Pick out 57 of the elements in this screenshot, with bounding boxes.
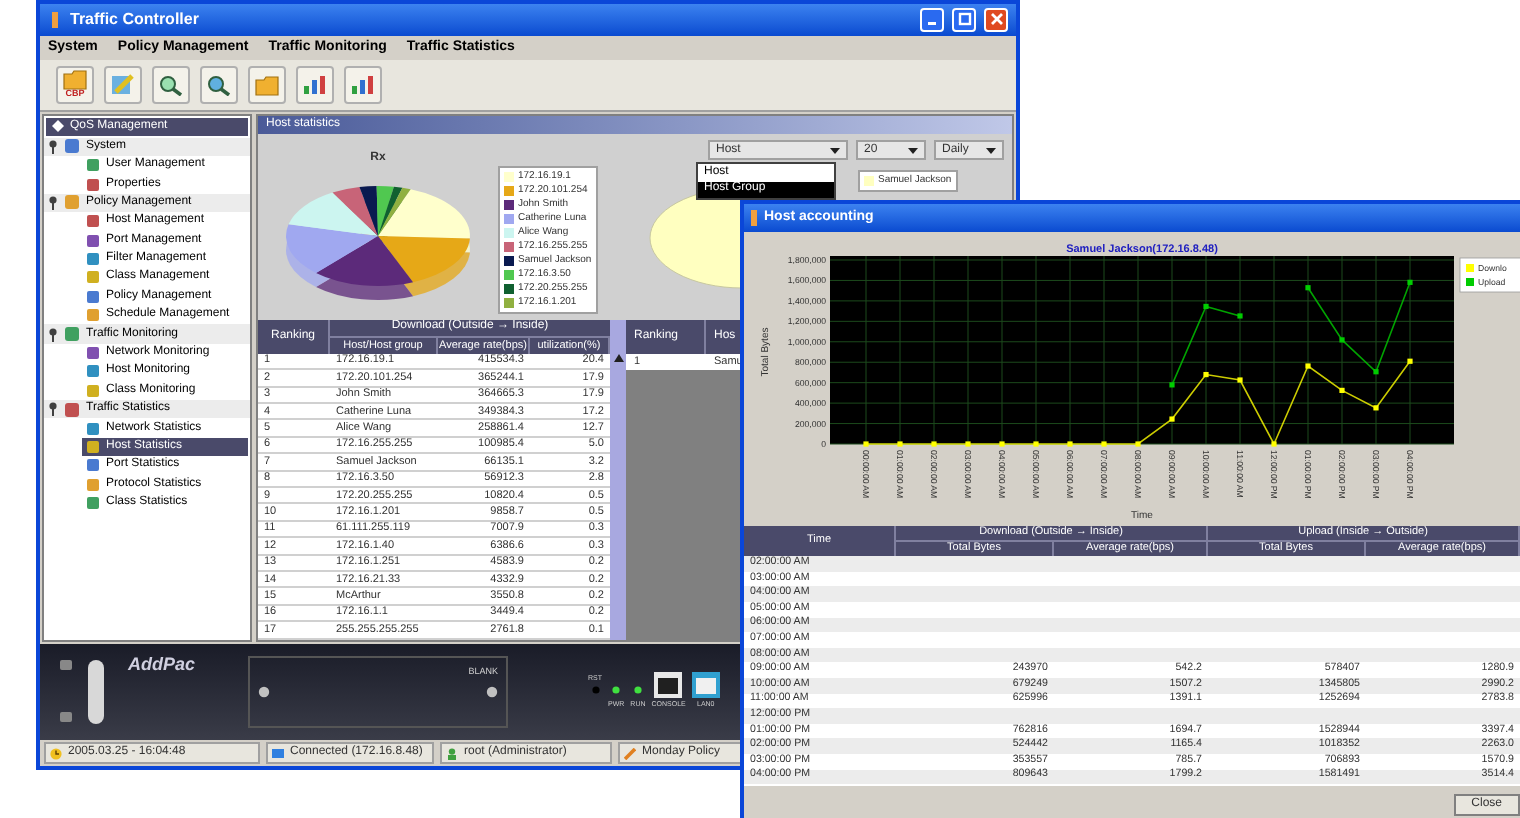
brand-logo: AddPac (128, 651, 196, 678)
screw-icon (258, 685, 270, 698)
data-point (1237, 313, 1243, 319)
chart-legend (1459, 257, 1520, 293)
toggle-icon[interactable] (48, 195, 58, 210)
folder-icon (254, 73, 280, 96)
clock-icon (50, 747, 62, 760)
caret-icon (908, 147, 918, 154)
data-point (1169, 416, 1175, 422)
data-point (1237, 377, 1243, 383)
app-icon (750, 210, 758, 226)
toolbar-button[interactable] (248, 65, 286, 104)
magnifier-icon (158, 73, 184, 96)
data-point (1203, 371, 1209, 378)
reset-hole-icon (591, 686, 599, 695)
caret-icon (830, 147, 840, 154)
toolbar-button[interactable] (152, 65, 190, 104)
diamond-icon (52, 120, 64, 133)
toolbar-button[interactable] (344, 65, 382, 104)
toolbar-button[interactable] (200, 65, 238, 104)
pencil-icon (624, 747, 636, 760)
port-icon (654, 672, 683, 699)
network-port-icon (691, 672, 720, 699)
window-title: Traffic Controller (70, 7, 199, 32)
toggle-icon[interactable] (48, 139, 58, 154)
data-point (1339, 387, 1345, 393)
monitor-icon (272, 747, 284, 760)
data-point (1305, 285, 1311, 291)
chart-icon (350, 73, 376, 96)
close-icon (989, 12, 1003, 27)
screw-icon (486, 685, 498, 698)
chart-icon (302, 73, 328, 96)
data-point (1305, 363, 1311, 369)
data-point (1339, 337, 1345, 343)
led-icon (633, 686, 642, 695)
folder-icon (62, 68, 88, 91)
data-point (1373, 369, 1379, 375)
data-point (1407, 279, 1413, 285)
data-point (1373, 405, 1379, 411)
pencil-icon (110, 73, 136, 96)
data-point (1203, 303, 1209, 310)
app-icon (48, 11, 62, 28)
maximize-icon (957, 12, 971, 27)
user-icon (446, 747, 458, 760)
arrow-up-icon (613, 354, 623, 363)
maximize-button[interactable] (952, 7, 976, 32)
toolbar-button[interactable] (296, 65, 334, 104)
magnifier-icon (206, 73, 232, 96)
led-icon (612, 686, 621, 695)
toggle-icon[interactable] (48, 327, 58, 342)
caret-icon (986, 147, 996, 154)
scrollbar[interactable] (610, 320, 626, 640)
minimize-button[interactable] (920, 7, 944, 32)
data-point (1169, 382, 1175, 388)
toggle-icon[interactable] (48, 402, 58, 417)
data-point (1407, 358, 1413, 364)
close-button[interactable] (984, 7, 1008, 32)
